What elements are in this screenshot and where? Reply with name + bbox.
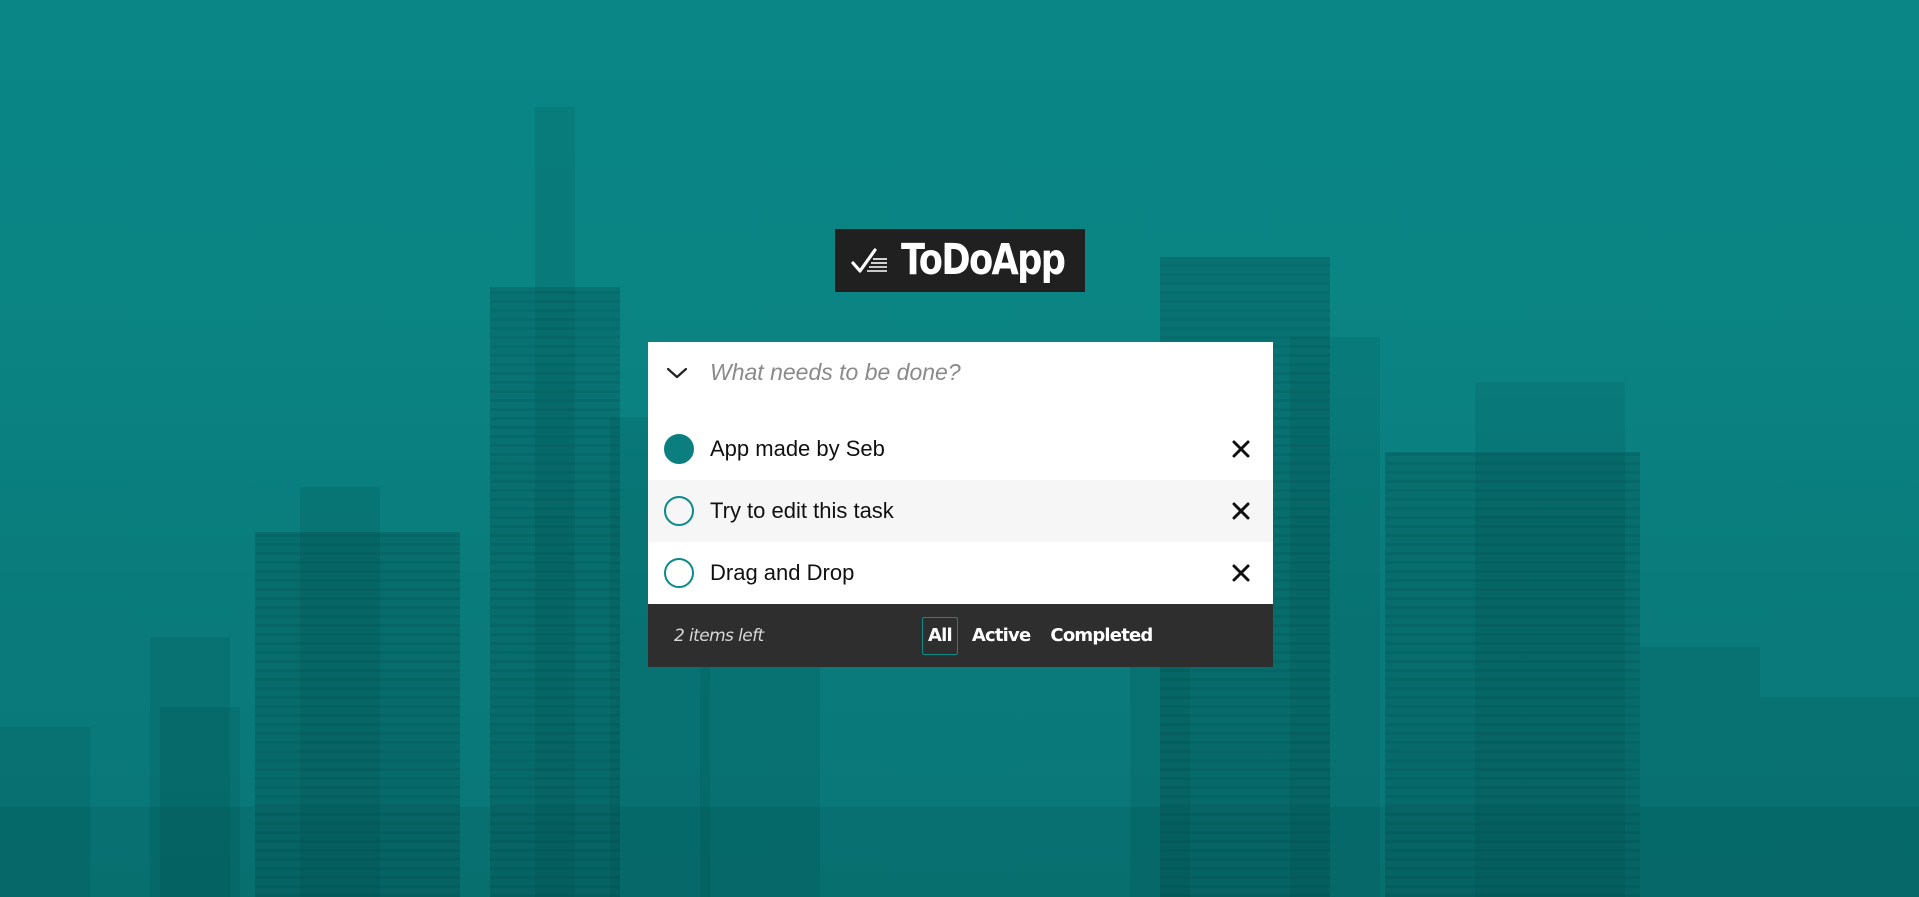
todo-label[interactable]: App made by Seb xyxy=(710,436,885,462)
filter-completed[interactable]: Completed xyxy=(1044,617,1158,655)
todo-label[interactable]: Drag and Drop xyxy=(710,560,854,586)
filter-all[interactable]: All xyxy=(922,616,958,655)
todo-footer: 2 items left All Active Completed xyxy=(648,604,1273,667)
filter-active[interactable]: Active xyxy=(966,617,1037,655)
todo-panel: App made by Seb Try to edit this task Dr… xyxy=(648,342,1273,667)
todo-complete-toggle[interactable] xyxy=(664,434,694,464)
close-icon[interactable] xyxy=(1229,437,1253,461)
items-left-count: 2 items left xyxy=(674,625,764,646)
new-todo-input[interactable] xyxy=(710,352,1250,392)
todo-complete-toggle[interactable] xyxy=(664,558,694,588)
app-logo: ToDoApp xyxy=(835,229,1085,292)
checklist-icon xyxy=(849,245,891,277)
todo-complete-toggle[interactable] xyxy=(664,496,694,526)
todo-item[interactable]: App made by Seb xyxy=(648,418,1273,480)
close-icon[interactable] xyxy=(1229,561,1253,585)
filter-bar: All Active Completed xyxy=(922,616,1159,655)
close-icon[interactable] xyxy=(1229,499,1253,523)
todo-item[interactable]: Drag and Drop xyxy=(648,542,1273,604)
todo-label[interactable]: Try to edit this task xyxy=(710,498,894,524)
todo-list: App made by Seb Try to edit this task Dr… xyxy=(648,418,1273,604)
todo-item[interactable]: Try to edit this task xyxy=(648,480,1273,542)
app-title: ToDoApp xyxy=(901,235,1066,285)
chevron-down-icon[interactable] xyxy=(664,360,690,386)
new-todo-row xyxy=(648,342,1273,418)
